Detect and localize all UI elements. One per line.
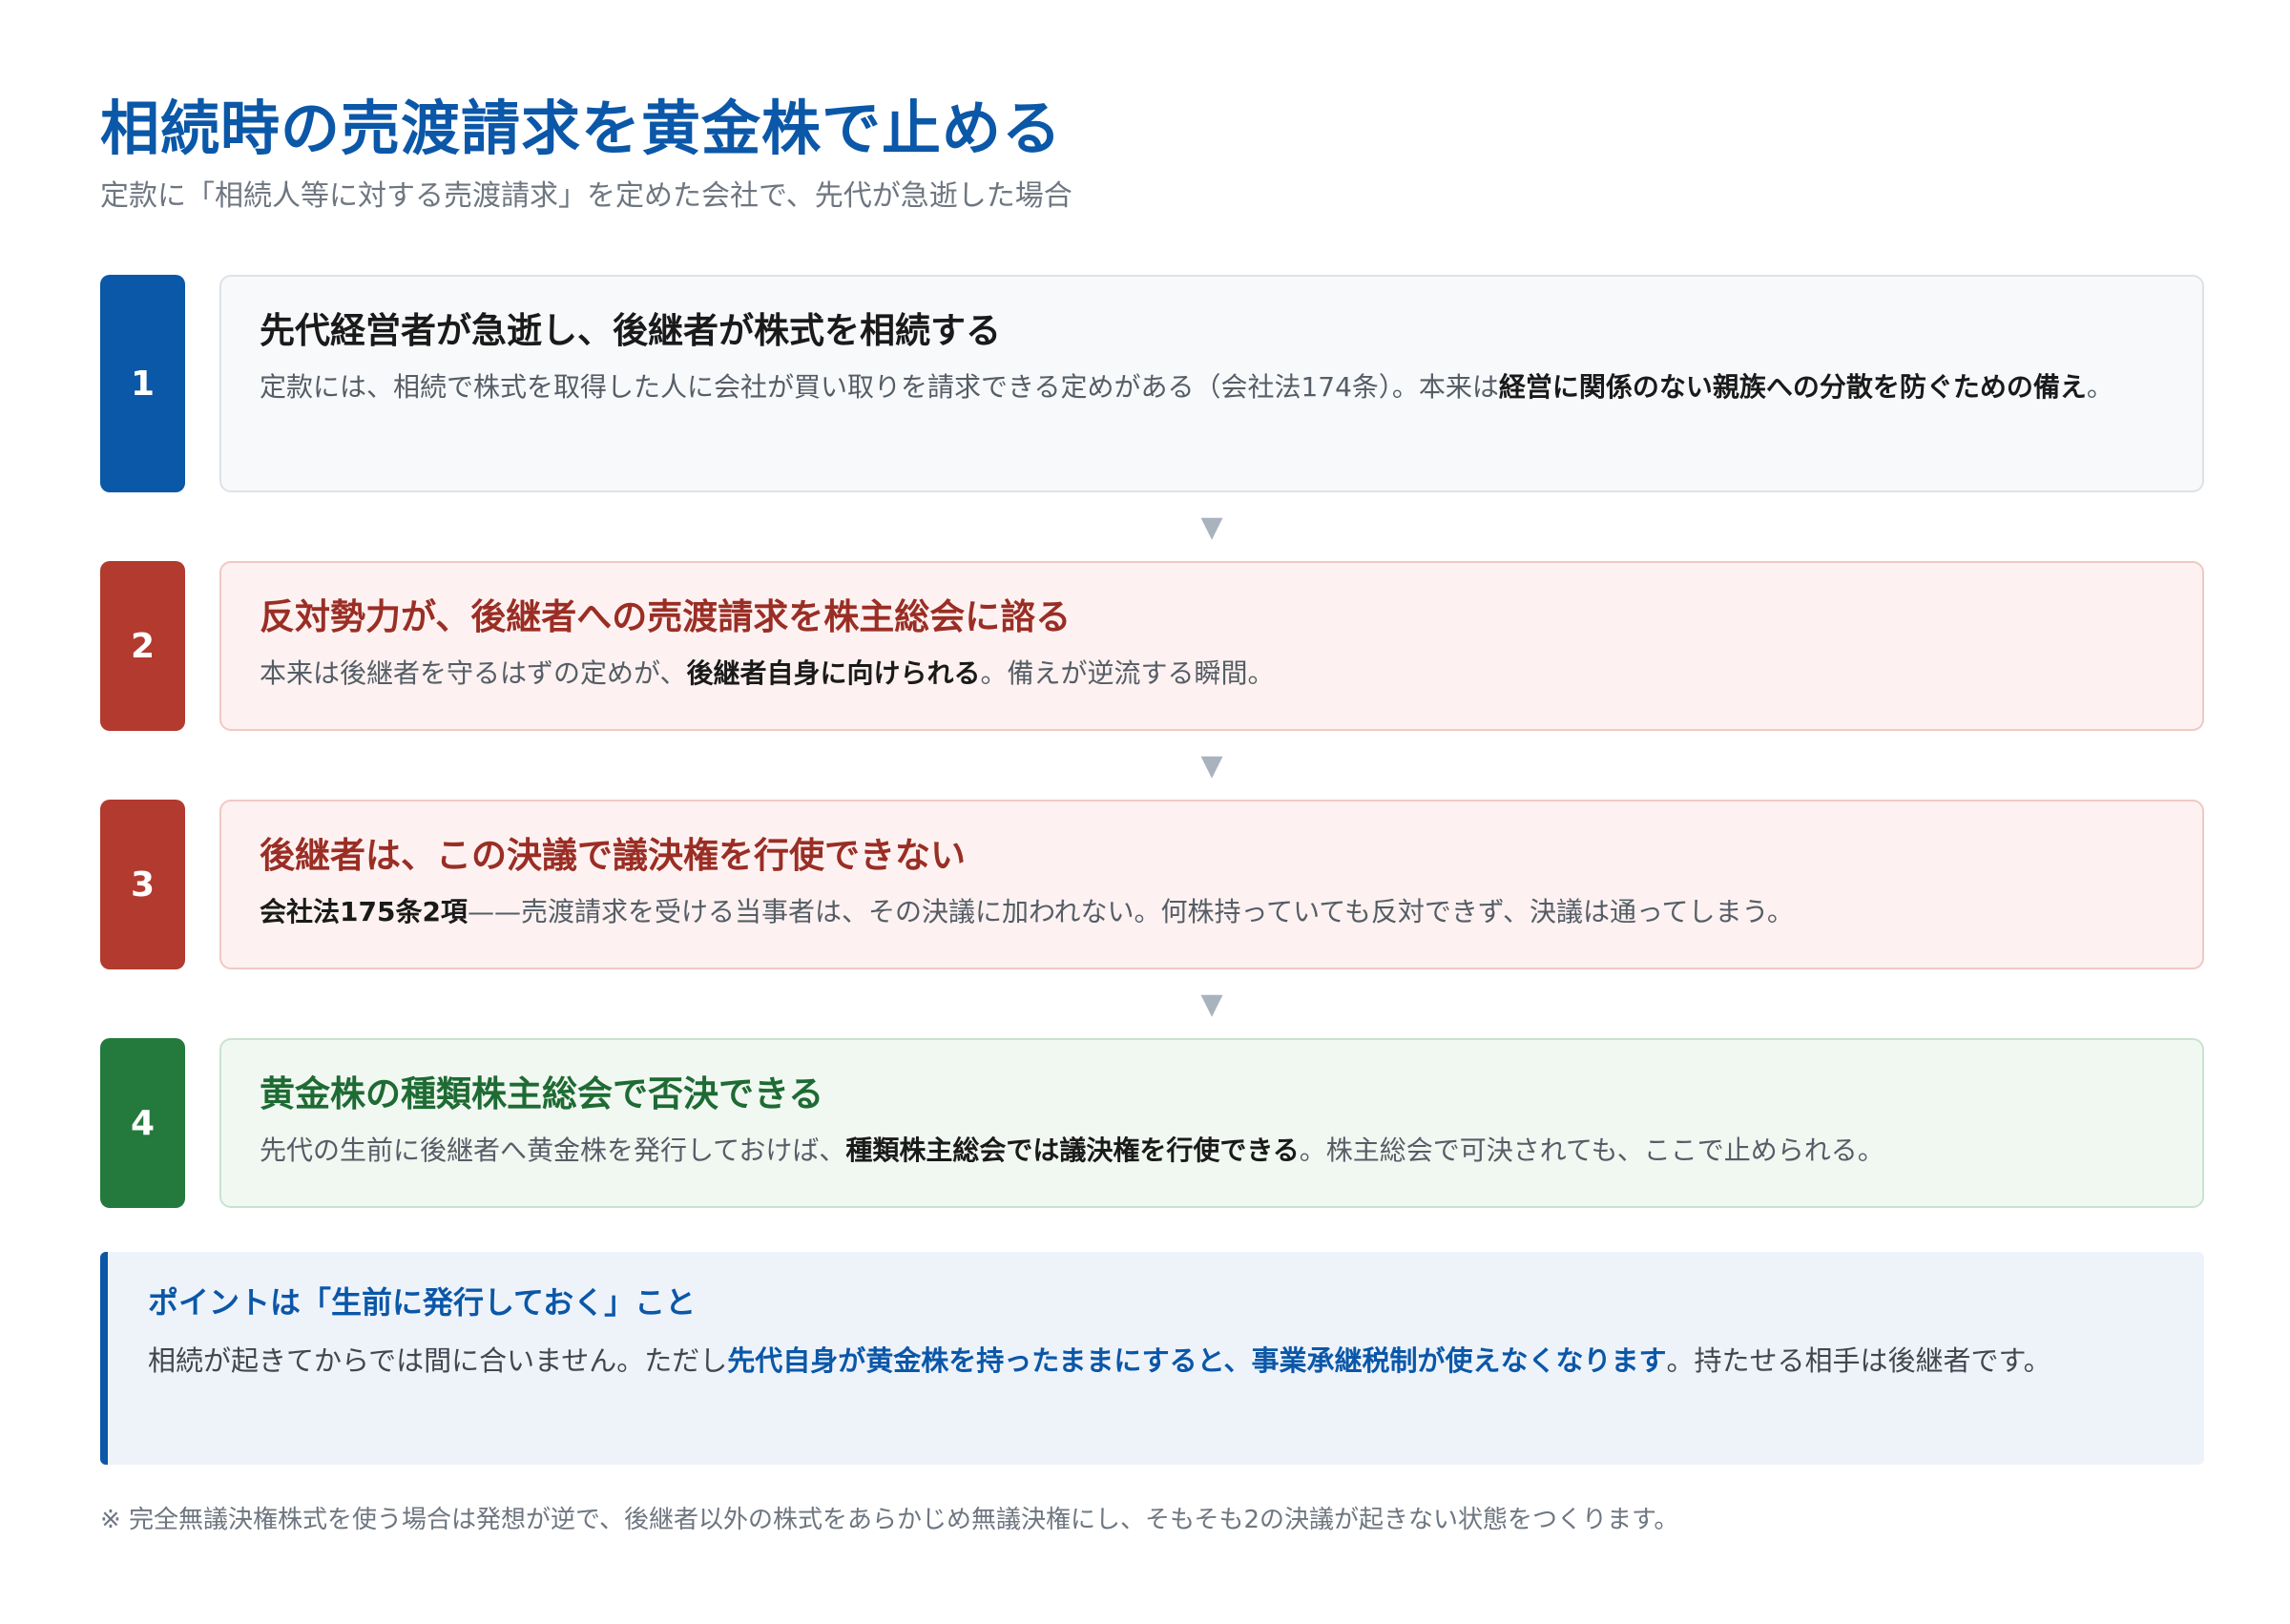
key-point-title: ポイントは「生前に発行しておく」こと xyxy=(148,1284,697,1321)
step-number-badge: 1 xyxy=(100,275,185,492)
step-text-after: 。 xyxy=(2086,371,2113,403)
step-number-badge: 4 xyxy=(100,1038,185,1208)
step-title: 後継者は、この決議で議決権を行使できない xyxy=(260,835,966,876)
step-number-badge: 2 xyxy=(100,561,185,731)
step-text-before: 本来は後継者を守るはずの定めが、 xyxy=(260,657,687,689)
step-description: 定款には、相続で株式を取得した人に会社が買い取りを請求できる定めがある（会社法1… xyxy=(260,364,2164,410)
page-title: 相続時の売渡請求を黄金株で止める xyxy=(100,94,1063,163)
step-4: 4 黄金株の種類株主総会で否決できる 先代の生前に後継者へ黄金株を発行しておけば… xyxy=(100,1038,2204,1208)
step-3: 3 後継者は、この決議で議決権を行使できない 会社法175条2項——売渡請求を受… xyxy=(100,800,2204,969)
step-text-before: 定款には、相続で株式を取得した人に会社が買い取りを請求できる定めがある（会社法1… xyxy=(260,371,1499,403)
step-title: 反対勢力が、後継者への売渡請求を株主総会に諮る xyxy=(260,596,1072,637)
step-text-after: 。備えが逆流する瞬間。 xyxy=(980,657,1275,689)
step-number-badge: 3 xyxy=(100,800,185,969)
step-list: 1 先代経営者が急逝し、後継者が株式を相続する 定款には、相続で株式を取得した人… xyxy=(100,275,2204,1208)
step-card: 反対勢力が、後継者への売渡請求を株主総会に諮る 本来は後継者を守るはずの定めが、… xyxy=(219,561,2204,731)
step-text-after: 。株主総会で可決されても、ここで止められる。 xyxy=(1299,1135,1884,1166)
key-point-callout: ポイントは「生前に発行しておく」こと 相続が起きてからでは間に合いません。ただし… xyxy=(100,1252,2204,1465)
key-point-text: 相続が起きてからでは間に合いません。ただし先代自身が黄金株を持ったままにすると、… xyxy=(148,1336,2162,1385)
step-card: 後継者は、この決議で議決権を行使できない 会社法175条2項——売渡請求を受ける… xyxy=(219,800,2204,969)
step-card: 黄金株の種類株主総会で否決できる 先代の生前に後継者へ黄金株を発行しておけば、種… xyxy=(219,1038,2204,1208)
step-text-emphasis: 種類株主総会では議決権を行使できる xyxy=(845,1135,1300,1166)
key-point-emphasis: 先代自身が黄金株を持ったままにすると、事業承継税制が使えなくなります xyxy=(727,1344,1667,1377)
step-text-before: 先代の生前に後継者へ黄金株を発行しておけば、 xyxy=(260,1135,846,1166)
footnote: ※ 完全無議決権株式を使う場合は発想が逆で、後継者以外の株式をあらかじめ無議決権… xyxy=(100,1506,1679,1534)
page: 相続時の売渡請求を黄金株で止める 定款に「相続人等に対する売渡請求」を定めた会社… xyxy=(0,0,2290,1624)
step-description: 先代の生前に後継者へ黄金株を発行しておけば、種類株主総会では議決権を行使できる。… xyxy=(260,1128,2164,1174)
step-text-emphasis: 会社法175条2項 xyxy=(260,896,468,927)
step-1: 1 先代経営者が急逝し、後継者が株式を相続する 定款には、相続で株式を取得した人… xyxy=(100,275,2204,492)
step-text-after: ——売渡請求を受ける当事者は、その決議に加われない。何株持っていても反対できず、… xyxy=(467,896,1794,927)
down-arrow-icon: ▼ xyxy=(1200,748,1223,782)
step-card: 先代経営者が急逝し、後継者が株式を相続する 定款には、相続で株式を取得した人に会… xyxy=(219,275,2204,492)
step-text-emphasis: 経営に関係のない親族への分散を防ぐための備え xyxy=(1498,371,2087,403)
step-title: 先代経営者が急逝し、後継者が株式を相続する xyxy=(260,310,1001,351)
step-2: 2 反対勢力が、後継者への売渡請求を株主総会に諮る 本来は後継者を守るはずの定め… xyxy=(100,561,2204,731)
step-description: 本来は後継者を守るはずの定めが、後継者自身に向けられる。備えが逆流する瞬間。 xyxy=(260,651,2164,697)
step-title: 黄金株の種類株主総会で否決できる xyxy=(260,1073,824,1114)
step-description: 会社法175条2項——売渡請求を受ける当事者は、その決議に加われない。何株持って… xyxy=(260,889,2164,935)
page-subtitle: 定款に「相続人等に対する売渡請求」を定めた会社で、先代が急逝した場合 xyxy=(100,179,1072,213)
key-point-text-before: 相続が起きてからでは間に合いません。ただし xyxy=(148,1344,728,1377)
down-arrow-icon: ▼ xyxy=(1200,987,1223,1021)
step-text-emphasis: 後継者自身に向けられる xyxy=(686,657,981,689)
key-point-text-after: 。持たせる相手は後継者です。 xyxy=(1666,1344,2051,1377)
down-arrow-icon: ▼ xyxy=(1200,510,1223,544)
